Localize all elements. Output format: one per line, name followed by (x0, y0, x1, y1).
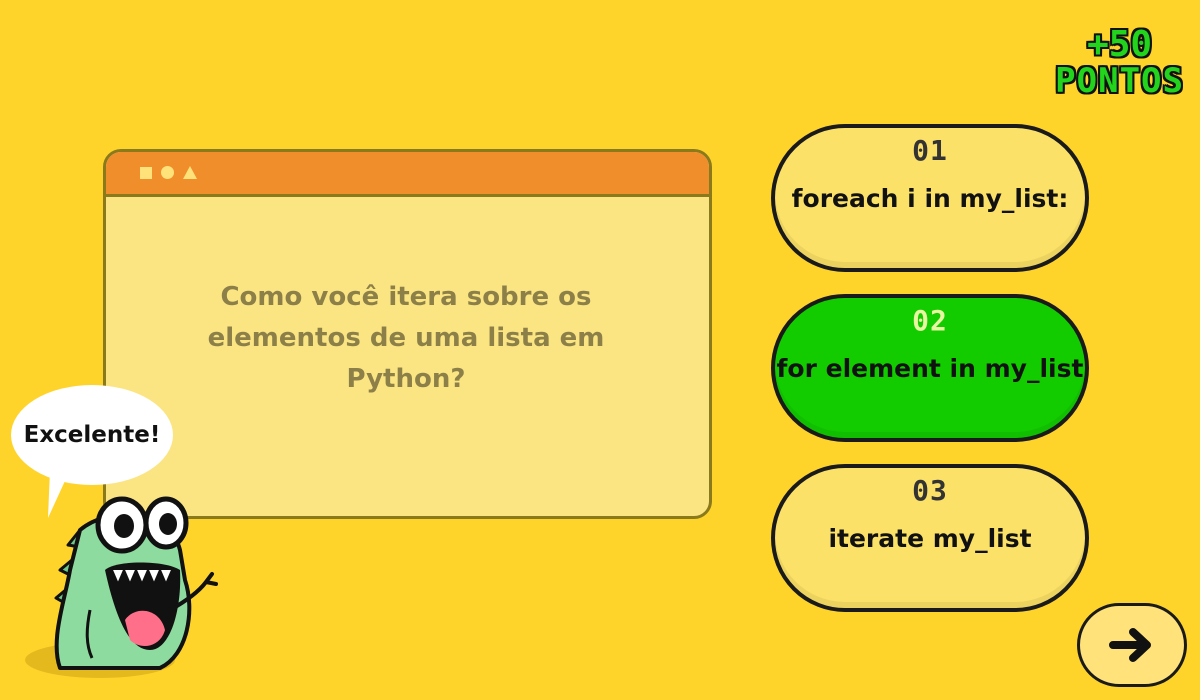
answer-option-1[interactable]: 01 foreach i in my_list: (771, 124, 1089, 272)
dinosaur-mascot (25, 496, 218, 678)
triangle-icon (183, 166, 197, 179)
circle-icon (161, 166, 174, 179)
window-controls (140, 166, 197, 179)
answer-text: for element in my_list (776, 354, 1084, 383)
window-titlebar (106, 152, 709, 197)
answer-option-2[interactable]: 02 for element in my_list (771, 294, 1089, 442)
next-button[interactable] (1077, 603, 1187, 687)
score-display: +50 PONTOS (1055, 26, 1184, 99)
points-label: PONTOS (1055, 60, 1184, 101)
question-text: Como você itera sobre os elementos de um… (207, 282, 605, 394)
speech-text: Excelente! (23, 422, 161, 448)
answer-index: 03 (912, 474, 948, 507)
answer-index: 02 (912, 304, 948, 337)
answer-index: 01 (912, 134, 948, 167)
square-icon (140, 166, 152, 179)
speech-bubble: Excelente! (11, 385, 173, 485)
arrow-right-icon (1109, 628, 1151, 662)
question-window: Como você itera sobre os elementos de um… (103, 149, 712, 519)
answer-option-3[interactable]: 03 iterate my_list (771, 464, 1089, 612)
answer-text: iterate my_list (828, 524, 1032, 553)
points-value: +50 (1087, 24, 1153, 65)
answer-text: foreach i in my_list: (791, 184, 1069, 213)
